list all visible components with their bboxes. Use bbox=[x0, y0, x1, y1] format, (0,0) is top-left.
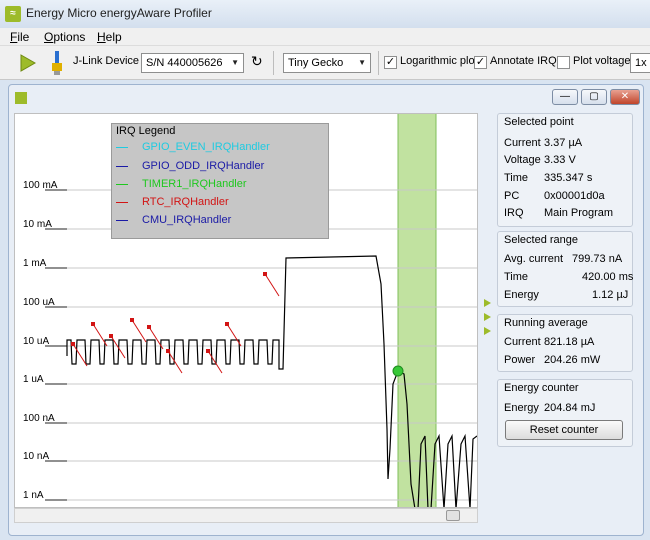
selected-point-irq-label: IRQ bbox=[504, 207, 524, 219]
irq-legend-title: IRQ Legend bbox=[116, 125, 176, 137]
running-average-current-label: Current bbox=[504, 336, 541, 348]
chevron-down-icon: ▼ bbox=[358, 58, 366, 67]
selected-point-pc-label: PC bbox=[504, 190, 520, 202]
irq-annotation-marker bbox=[166, 349, 170, 353]
irq-annotation-marker bbox=[206, 349, 210, 353]
title-bar: ≈ Energy Micro energyAware Profiler bbox=[0, 0, 650, 28]
plot-horizontal-scrollbar[interactable] bbox=[14, 508, 478, 523]
legend-entry: TIMER1_IRQHandler bbox=[116, 178, 326, 190]
selected-point-irq-value: Main Program bbox=[544, 207, 614, 219]
y-tick-label: 10 mA bbox=[23, 219, 52, 230]
panel-title: Selected range bbox=[504, 234, 578, 246]
selected-range-time-label: Time bbox=[504, 271, 529, 283]
chevron-down-icon: ▼ bbox=[231, 58, 239, 67]
jlink-device-icon bbox=[52, 51, 62, 75]
legend-entry: GPIO_EVEN_IRQHandler bbox=[116, 141, 326, 153]
y-tick-label: 10 nA bbox=[23, 451, 49, 462]
menu-options[interactable]: Options bbox=[44, 30, 85, 44]
selected-point-time-label: Time bbox=[504, 172, 529, 184]
toolbar-separator bbox=[273, 51, 274, 75]
menu-help[interactable]: Help bbox=[97, 30, 122, 44]
y-tick-label: 1 mA bbox=[23, 258, 47, 269]
scrollbar-thumb[interactable] bbox=[446, 510, 460, 521]
selected-range-avg-current-label: Avg. current bbox=[504, 253, 564, 265]
running-average-power-label: Power bbox=[504, 354, 536, 366]
running-average-power-value: 204.26 mW bbox=[544, 354, 601, 366]
annotate-irq-checkbox[interactable]: ✓ bbox=[474, 56, 487, 69]
irq-annotation-line bbox=[226, 323, 242, 347]
y-tick-label: 100 mA bbox=[23, 180, 58, 191]
selected-point-marker bbox=[392, 365, 404, 377]
menu-bar: File Options Help bbox=[0, 28, 650, 46]
selected-range-panel: Selected range Avg. current 799.73 nA Ti… bbox=[497, 231, 633, 307]
minimize-button[interactable]: — bbox=[552, 89, 578, 105]
window-title: Energy Micro energyAware Profiler bbox=[26, 6, 212, 20]
y-tick-label: 100 nA bbox=[23, 413, 55, 424]
selected-point-voltage-value: 3.33 V bbox=[544, 154, 576, 166]
irq-annotation-marker bbox=[130, 318, 134, 322]
legend-entry: RTC_IRQHandler bbox=[116, 196, 326, 208]
app-logo-icon: ≈ bbox=[5, 6, 21, 22]
irq-annotation-line bbox=[264, 273, 280, 297]
refresh-icon[interactable]: ↻ bbox=[251, 53, 263, 70]
legend-entry: CMU_IRQHandler bbox=[116, 214, 326, 226]
reset-counter-button[interactable]: Reset counter bbox=[505, 420, 623, 440]
energy-counter-value: 204.84 mJ bbox=[544, 402, 596, 414]
y-tick-label: 10 uA bbox=[23, 336, 49, 347]
irq-annotation-marker bbox=[225, 322, 229, 326]
jlink-device-label: J-Link Device bbox=[73, 55, 140, 67]
irq-annotation-line bbox=[207, 350, 223, 374]
selected-range-band bbox=[398, 114, 436, 507]
zoom-select[interactable]: 1x bbox=[630, 53, 650, 73]
window-logo-icon bbox=[15, 92, 27, 104]
plot-voltage-label: Plot voltage bbox=[573, 55, 631, 67]
toolbar: J-Link Device S/N 440005626 ▼ ↻ Tiny Geck… bbox=[0, 46, 650, 80]
y-tick-label: 100 uA bbox=[23, 297, 55, 308]
selected-point-time-value: 335.347 s bbox=[544, 172, 593, 184]
target-select[interactable]: Tiny Gecko ▼ bbox=[283, 53, 371, 73]
maximize-button[interactable]: ▢ bbox=[581, 89, 607, 105]
selected-point-panel: Selected point Current 3.37 µA Voltage 3… bbox=[497, 113, 633, 227]
panel-title: Running average bbox=[504, 317, 588, 329]
irq-annotation-marker bbox=[263, 272, 267, 276]
irq-legend: IRQ Legend GPIO_EVEN_IRQHandler GPIO_ODD… bbox=[111, 123, 329, 239]
energy-counter-label: Energy bbox=[504, 402, 539, 414]
collapse-arrow-icon[interactable] bbox=[484, 299, 491, 307]
device-serial-select[interactable]: S/N 440005626 ▼ bbox=[141, 53, 244, 73]
irq-annotation-marker bbox=[71, 342, 75, 346]
selected-point-current-value: 3.37 µA bbox=[544, 137, 583, 149]
toolbar-separator bbox=[378, 51, 379, 75]
irq-annotation-marker bbox=[109, 334, 113, 338]
selected-range-time-value: 420.00 ms bbox=[582, 271, 634, 283]
legend-entry: GPIO_ODD_IRQHandler bbox=[116, 160, 326, 172]
collapse-arrow-icon[interactable] bbox=[484, 313, 491, 321]
annotate-irq-label: Annotate IRQ bbox=[490, 55, 557, 67]
selected-point-pc-value: 0x00001d0a bbox=[544, 190, 605, 202]
irq-annotation-line bbox=[131, 319, 147, 343]
close-button[interactable]: ✕ bbox=[610, 89, 640, 105]
irq-annotation-marker bbox=[147, 325, 151, 329]
menu-file[interactable]: File bbox=[10, 30, 29, 44]
running-average-current-value: 821.18 µA bbox=[544, 336, 595, 348]
panel-title: Energy counter bbox=[504, 382, 579, 394]
logarithmic-plot-label: Logarithmic plot bbox=[400, 55, 478, 67]
selected-point-voltage-label: Voltage bbox=[504, 154, 541, 166]
logarithmic-plot-checkbox[interactable]: ✓ bbox=[384, 56, 397, 69]
collapse-arrow-icon[interactable] bbox=[484, 327, 491, 335]
running-average-panel: Running average Current 821.18 µA Power … bbox=[497, 314, 633, 372]
panel-title: Selected point bbox=[504, 116, 574, 128]
y-tick-label: 1 uA bbox=[23, 374, 44, 385]
run-play-icon[interactable] bbox=[20, 54, 36, 72]
selected-range-avg-current-value: 799.73 nA bbox=[572, 253, 623, 265]
plot-voltage-checkbox[interactable] bbox=[557, 56, 570, 69]
y-tick-label: 1 nA bbox=[23, 490, 44, 501]
irq-annotation-line bbox=[92, 323, 108, 347]
selected-point-current-label: Current bbox=[504, 137, 541, 149]
irq-annotation-marker bbox=[91, 322, 95, 326]
selected-range-energy-value: 1.12 µJ bbox=[592, 289, 629, 301]
selected-range-energy-label: Energy bbox=[504, 289, 539, 301]
